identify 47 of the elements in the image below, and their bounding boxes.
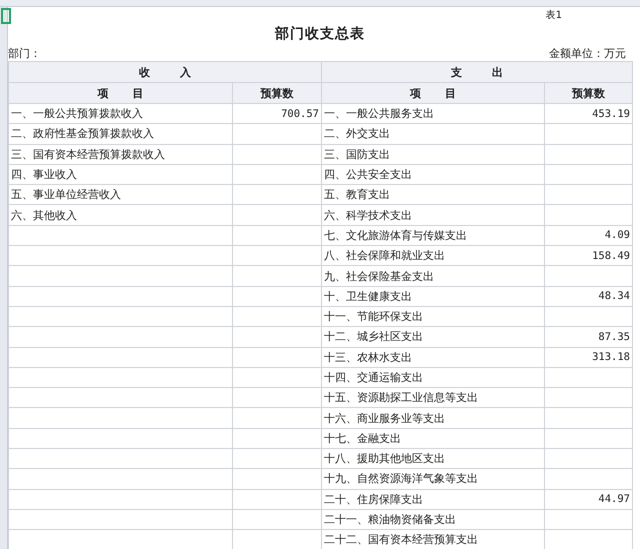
column-header: 项目 [98, 86, 168, 100]
unit-label: 金额单位：万元 [549, 46, 626, 60]
table-cell: 十四、交通运输支出 [324, 371, 423, 384]
table-cell: 十、卫生健康支出 [324, 290, 412, 303]
table-cell: 六、科学技术支出 [324, 208, 412, 222]
table-cell: 四、公共安全支出 [324, 168, 412, 182]
table-cell: 九、社会保险基金支出 [324, 270, 434, 283]
table-cell: 六、其他收入 [11, 208, 77, 222]
table-cell: 48.34 [598, 290, 630, 302]
table-cell: 二十一、粮油物资储备支出 [324, 513, 456, 526]
table-cell: 五、事业单位经营收入 [11, 188, 121, 202]
table-cell: 十七、金融支出 [324, 432, 401, 445]
group-header: 支出 [451, 66, 533, 78]
table-cell: 五、教育支出 [324, 188, 390, 202]
table-cell: 二、外交支出 [324, 127, 390, 140]
table-cell: 十一、节能环保支出 [324, 310, 423, 324]
table-cell: 一、一般公共服务支出 [324, 107, 434, 120]
table-cell: 二、政府性基金预算拨款收入 [11, 127, 154, 140]
table-cell: 4.09 [604, 229, 630, 242]
table-cell: 313.18 [592, 351, 630, 364]
table-cell: 十六、商业服务业等支出 [324, 412, 445, 425]
table-cell: 87.35 [598, 330, 630, 343]
group-header: 收入 [139, 66, 221, 78]
table-cell: 158.49 [592, 250, 630, 262]
table-cell: 七、文化旅游体育与传媒支出 [324, 228, 467, 242]
table-cell: 二十、住房保障支出 [324, 492, 423, 506]
table-cell: 三、国防支出 [324, 148, 390, 161]
table-cell: 二十二、国有资本经营预算支出 [324, 533, 478, 546]
table-cell: 一、一般公共预算拨款收入 [11, 107, 143, 120]
table-cell: 八、社会保障和就业支出 [324, 249, 445, 262]
table-title: 部门收支总表 [275, 25, 365, 43]
table-cell: 十九、自然资源海洋气象等支出 [324, 472, 478, 486]
table-cell: 453.19 [592, 108, 630, 120]
table-cell: 十八、援助其他地区支出 [324, 452, 445, 466]
table-cell: 三、国有资本经营预算拨款收入 [11, 148, 165, 161]
table-cell: 四、事业收入 [11, 168, 77, 182]
department-label: 部门： [8, 46, 41, 60]
column-header: 预算数 [260, 86, 294, 100]
column-header: 项目 [410, 86, 480, 100]
table-cell: 44.97 [598, 493, 630, 506]
table-cell: 十五、资源勘探工业信息等支出 [324, 391, 478, 404]
table-cell: 十二、城乡社区支出 [324, 330, 423, 344]
column-header: 预算数 [572, 86, 605, 100]
table-cell: 十三、农林水支出 [324, 350, 412, 364]
table-cell: 700.57 [281, 108, 319, 120]
sheet-number: 表1 [546, 9, 562, 21]
cell-cursor [1, 8, 11, 24]
